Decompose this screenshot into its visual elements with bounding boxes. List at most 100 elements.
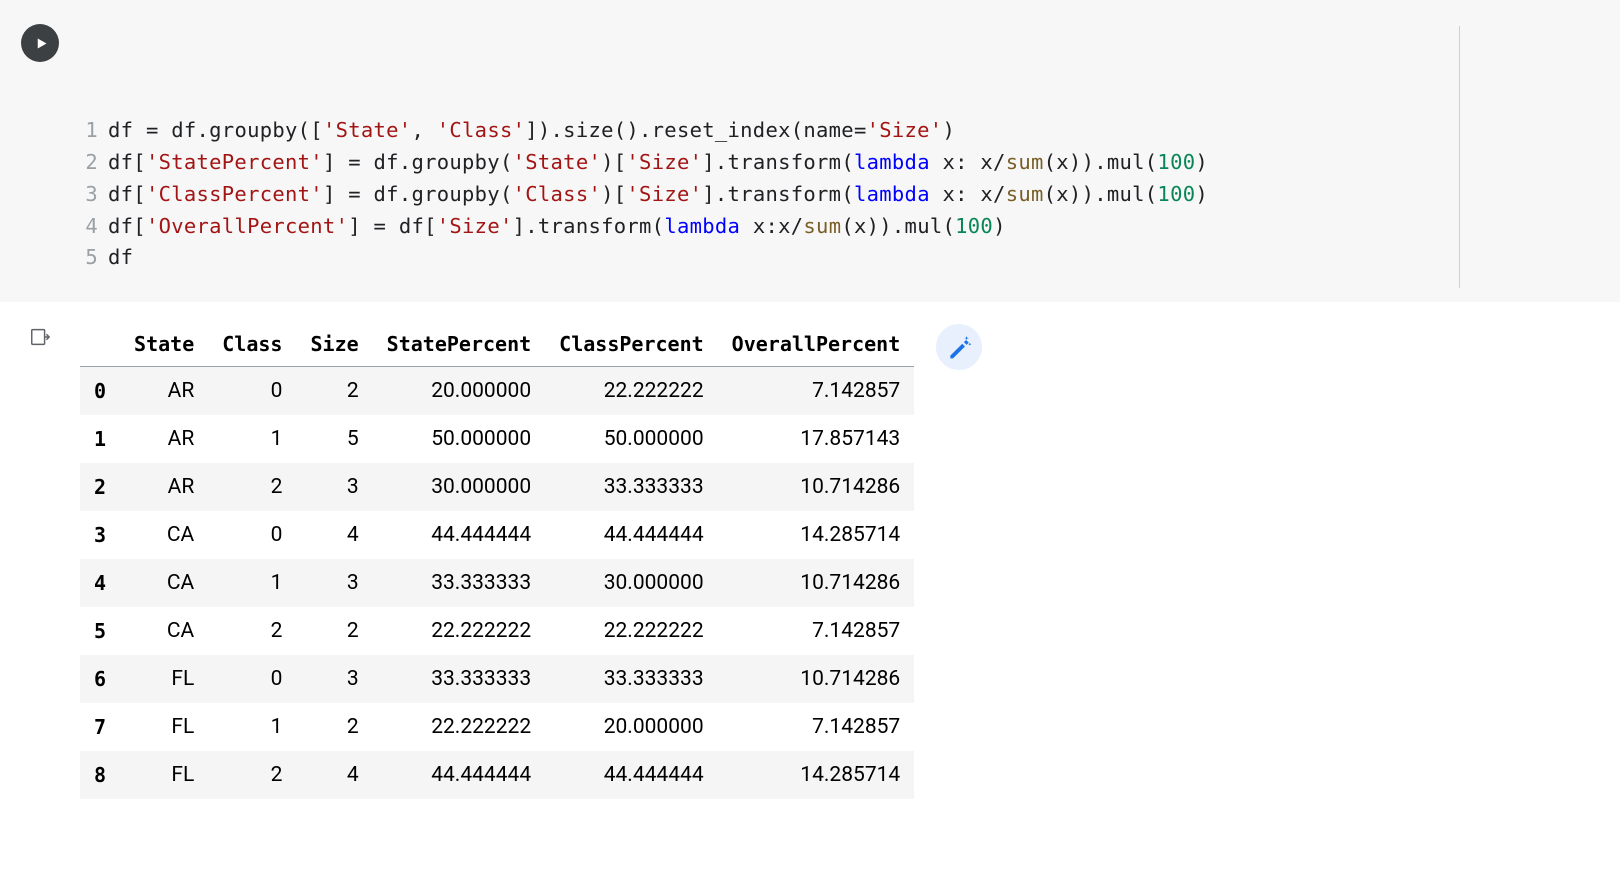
code-line[interactable]: 2df['StatePercent'] = df.groupby('State'…: [80, 147, 1620, 179]
table-row: 8FL2444.44444444.44444414.285714: [80, 751, 914, 799]
table-row: 2AR2330.00000033.33333310.714286: [80, 463, 914, 511]
table-cell: CA: [120, 511, 208, 559]
table-cell: 50.000000: [545, 415, 718, 463]
table-cell: 14.285714: [718, 751, 915, 799]
table-cell: CA: [120, 607, 208, 655]
table-cell: 0: [208, 367, 296, 416]
table-row: 3CA0444.44444444.44444414.285714: [80, 511, 914, 559]
table-cell: 22.222222: [373, 607, 546, 655]
output-area: StateClassSizeStatePercentClassPercentOv…: [0, 302, 1620, 799]
line-number: 3: [80, 179, 108, 211]
code-text[interactable]: df['StatePercent'] = df.groupby('State')…: [108, 147, 1208, 179]
code-line[interactable]: 4df['OverallPercent'] = df['Size'].trans…: [80, 211, 1620, 243]
table-cell: 2: [208, 607, 296, 655]
table-cell: 10.714286: [718, 463, 915, 511]
table-cell: 17.857143: [718, 415, 915, 463]
table-row: 4CA1333.33333330.00000010.714286: [80, 559, 914, 607]
play-icon: [34, 36, 49, 51]
column-header: ClassPercent: [545, 322, 718, 367]
table-header: StateClassSizeStatePercentClassPercentOv…: [80, 322, 914, 367]
table-cell: 20.000000: [373, 367, 546, 416]
row-index: 0: [80, 367, 120, 416]
table-cell: 44.444444: [373, 751, 546, 799]
row-index: 1: [80, 415, 120, 463]
table-cell: 1: [208, 559, 296, 607]
table-cell: 2: [296, 367, 372, 416]
table-row: 6FL0333.33333333.33333310.714286: [80, 655, 914, 703]
row-index: 5: [80, 607, 120, 655]
table-cell: 2: [296, 607, 372, 655]
row-index: 7: [80, 703, 120, 751]
column-header: Size: [296, 322, 372, 367]
table-cell: 2: [208, 463, 296, 511]
table-row: 1AR1550.00000050.00000017.857143: [80, 415, 914, 463]
code-text[interactable]: df = df.groupby(['State', 'Class']).size…: [108, 115, 955, 147]
row-index: 3: [80, 511, 120, 559]
column-header: StatePercent: [373, 322, 546, 367]
table-cell: 0: [208, 655, 296, 703]
table-cell: 1: [208, 703, 296, 751]
row-index: 8: [80, 751, 120, 799]
code-text[interactable]: df['OverallPercent'] = df['Size'].transf…: [108, 211, 1006, 243]
row-index: 4: [80, 559, 120, 607]
table-cell: 4: [296, 751, 372, 799]
table-cell: 0: [208, 511, 296, 559]
table-cell: 14.285714: [718, 511, 915, 559]
table-cell: 33.333333: [373, 655, 546, 703]
index-header: [80, 322, 120, 367]
line-number: 5: [80, 242, 108, 274]
code-line[interactable]: 3df['ClassPercent'] = df.groupby('Class'…: [80, 179, 1620, 211]
table-cell: 44.444444: [545, 511, 718, 559]
table-cell: 7.142857: [718, 367, 915, 416]
code-input-area: 1df = df.groupby(['State', 'Class']).siz…: [0, 0, 1620, 302]
code-text[interactable]: df['ClassPercent'] = df.groupby('Class')…: [108, 179, 1208, 211]
table-cell: CA: [120, 559, 208, 607]
output-gutter: [0, 322, 80, 352]
table-cell: AR: [120, 463, 208, 511]
table-row: 5CA2222.22222222.2222227.142857: [80, 607, 914, 655]
notebook-cell: 1df = df.groupby(['State', 'Class']).siz…: [0, 0, 1620, 799]
table-cell: 3: [296, 559, 372, 607]
column-header: OverallPercent: [718, 322, 915, 367]
table-cell: 50.000000: [373, 415, 546, 463]
magic-suggest-button[interactable]: [936, 324, 982, 370]
table-cell: 5: [296, 415, 372, 463]
input-gutter: [0, 20, 80, 62]
table-cell: 30.000000: [545, 559, 718, 607]
table-cell: 3: [296, 463, 372, 511]
table-cell: FL: [120, 655, 208, 703]
dataframe-table: StateClassSizeStatePercentClassPercentOv…: [80, 322, 914, 799]
run-button[interactable]: [21, 24, 59, 62]
table-cell: 10.714286: [718, 655, 915, 703]
table-cell: FL: [120, 703, 208, 751]
code-line[interactable]: 1df = df.groupby(['State', 'Class']).siz…: [80, 115, 1620, 147]
table-cell: 7.142857: [718, 703, 915, 751]
code-editor[interactable]: 1df = df.groupby(['State', 'Class']).siz…: [80, 20, 1620, 274]
row-index: 6: [80, 655, 120, 703]
code-line[interactable]: 5df: [80, 242, 1620, 274]
table-cell: 4: [296, 511, 372, 559]
column-header: State: [120, 322, 208, 367]
table-cell: 33.333333: [545, 463, 718, 511]
table-cell: 22.222222: [545, 607, 718, 655]
output-collapse-icon[interactable]: [29, 326, 51, 352]
table-cell: 30.000000: [373, 463, 546, 511]
line-number: 1: [80, 115, 108, 147]
line-number: 2: [80, 147, 108, 179]
table-body: 0AR0220.00000022.2222227.1428571AR1550.0…: [80, 367, 914, 800]
magic-wand-icon: [946, 334, 972, 360]
table-cell: FL: [120, 751, 208, 799]
code-text[interactable]: df: [108, 242, 133, 274]
table-cell: 44.444444: [373, 511, 546, 559]
table-row: 7FL1222.22222220.0000007.142857: [80, 703, 914, 751]
table-cell: 2: [296, 703, 372, 751]
table-cell: 33.333333: [545, 655, 718, 703]
column-header: Class: [208, 322, 296, 367]
table-cell: 22.222222: [545, 367, 718, 416]
table-cell: 20.000000: [545, 703, 718, 751]
table-cell: 44.444444: [545, 751, 718, 799]
table-cell: 3: [296, 655, 372, 703]
table-cell: 10.714286: [718, 559, 915, 607]
cell-divider: [1459, 26, 1460, 288]
table-cell: AR: [120, 367, 208, 416]
